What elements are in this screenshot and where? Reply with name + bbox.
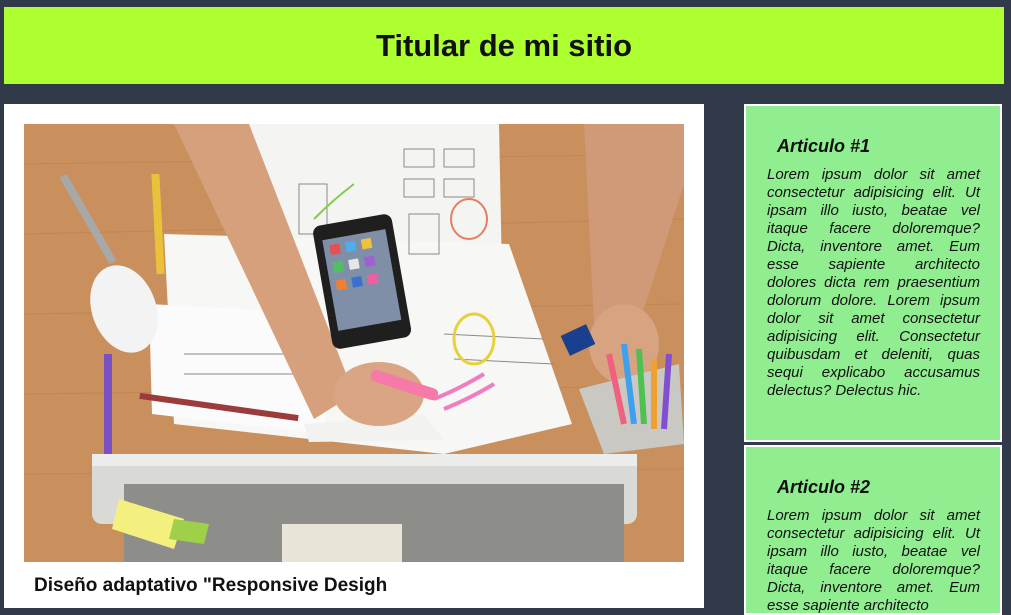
hero-image — [24, 124, 684, 562]
article-title-1: Articulo #1 — [777, 136, 871, 156]
article-card-2: Articulo #2 Lorem ipsum dolor sit amet c… — [744, 445, 1002, 615]
article-body-1: Lorem ipsum dolor sit amet consectetur a… — [767, 166, 980, 399]
article-body-2: Lorem ipsum dolor sit amet consectetur a… — [767, 507, 980, 614]
article-card-1: Articulo #1 Lorem ipsum dolor sit amet c… — [744, 104, 1002, 442]
main-content: Diseño adaptativo "Responsive Desigh — [4, 104, 704, 608]
article-title-2: Articulo #2 — [777, 477, 871, 497]
image-caption: Diseño adaptativo "Responsive Desigh — [34, 575, 388, 596]
site-header: Titular de mi sitio — [4, 7, 1004, 84]
site-title: Titular de mi sitio — [375, 27, 633, 63]
